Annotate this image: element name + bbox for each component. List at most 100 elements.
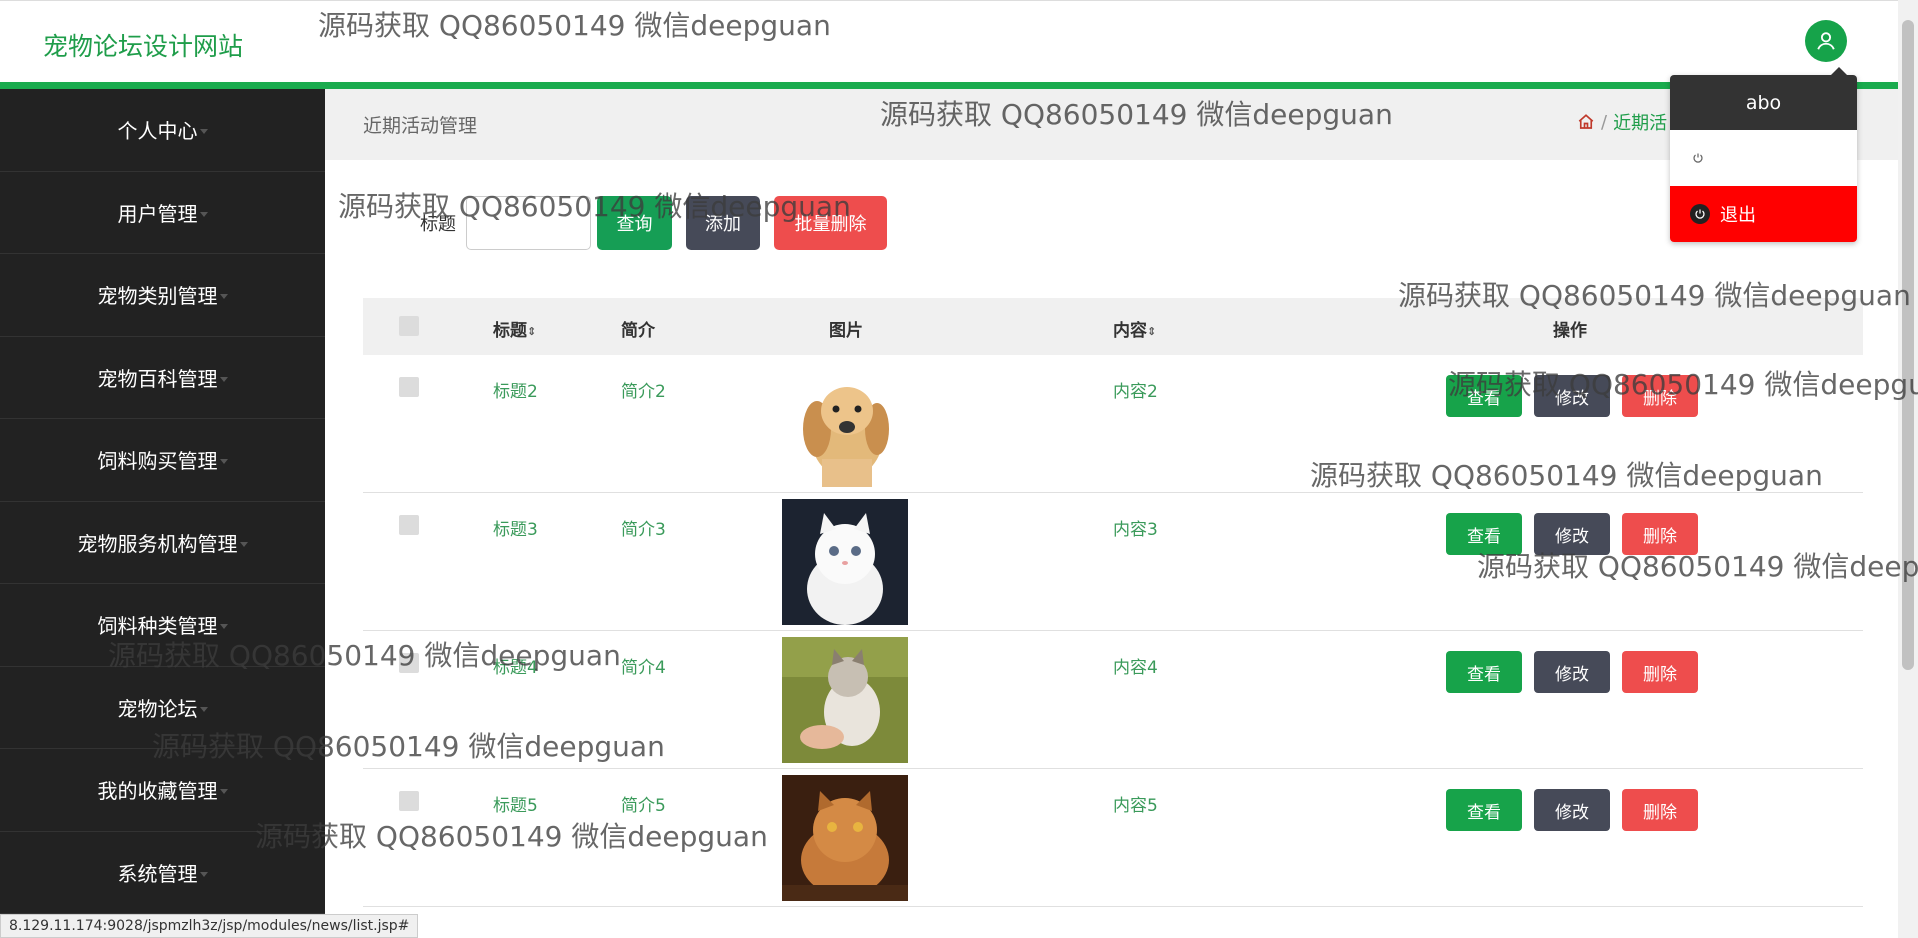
view-button[interactable]: 查看 <box>1446 651 1522 693</box>
status-bar-url: 8.129.11.174:9028/jspmzlh3z/jsp/modules/… <box>0 914 419 938</box>
row-intro[interactable]: 简介2 <box>621 377 666 402</box>
row-title[interactable]: 标题4 <box>493 653 538 678</box>
chevron-down-icon <box>219 294 228 300</box>
chevron-down-icon <box>199 871 208 877</box>
chevron-down-icon <box>199 706 208 712</box>
row-title[interactable]: 标题3 <box>493 515 538 540</box>
kitten-image <box>782 637 908 763</box>
row-checkbox[interactable] <box>399 377 419 397</box>
breadcrumb: / 近期活 <box>1577 109 1667 135</box>
sidebar-item-system[interactable]: 系统管理 <box>0 832 325 914</box>
sidebar-item-feed-type[interactable]: 饲料种类管理 <box>0 584 325 667</box>
brand-title[interactable]: 宠物论坛设计网站 <box>43 27 243 63</box>
table-row: 标题5 简介5 内容5 查看 修改 删除 <box>363 769 1863 907</box>
row-content[interactable]: 内容2 <box>1113 377 1158 402</box>
sidebar-item-forum[interactable]: 宠物论坛 <box>0 667 325 749</box>
row-actions: 查看 修改 删除 <box>1446 651 1710 693</box>
sidebar-item-feed-purchase[interactable]: 饲料购买管理 <box>0 419 325 502</box>
row-intro[interactable]: 简介3 <box>621 515 666 540</box>
sidebar-item-label: 饲料购买管理 <box>97 449 218 474</box>
column-header-image: 图片 <box>829 321 863 341</box>
dropdown-item-blank[interactable] <box>1670 130 1857 186</box>
sidebar-item-pet-category[interactable]: 宠物类别管理 <box>0 254 325 337</box>
row-intro[interactable]: 简介5 <box>621 791 666 816</box>
logout-label: 退出 <box>1720 205 1756 226</box>
chevron-down-icon <box>219 376 228 382</box>
search-input[interactable] <box>466 196 591 250</box>
sidebar-item-label: 个人中心 <box>117 119 198 144</box>
chevron-down-icon <box>219 789 228 795</box>
view-button[interactable]: 查看 <box>1446 375 1522 417</box>
power-icon <box>1693 153 1703 163</box>
sidebar-item-users[interactable]: 用户管理 <box>0 172 325 254</box>
sidebar-item-label: 宠物服务机构管理 <box>77 531 238 556</box>
select-all-checkbox[interactable] <box>399 316 419 336</box>
sidebar-item-label: 系统管理 <box>117 861 198 886</box>
delete-button[interactable]: 删除 <box>1622 789 1698 831</box>
row-checkbox[interactable] <box>399 653 419 673</box>
row-actions: 查看 修改 删除 <box>1446 375 1710 417</box>
header-divider <box>0 82 1898 89</box>
row-content[interactable]: 内容5 <box>1113 791 1158 816</box>
edit-button[interactable]: 修改 <box>1534 789 1610 831</box>
query-button[interactable]: 查询 <box>597 196 672 250</box>
column-header-title[interactable]: 标题⇕ <box>493 316 536 341</box>
sidebar-item-pet-service[interactable]: 宠物服务机构管理 <box>0 502 325 584</box>
sidebar-item-pet-wiki[interactable]: 宠物百科管理 <box>0 337 325 419</box>
edit-button[interactable]: 修改 <box>1534 375 1610 417</box>
table-header: 标题⇕ 简介 图片 内容⇕ 操作 <box>363 298 1863 355</box>
sidebar-item-label: 饲料种类管理 <box>97 614 218 639</box>
chevron-down-icon <box>219 624 228 630</box>
row-title[interactable]: 标题2 <box>493 377 538 402</box>
view-button[interactable]: 查看 <box>1446 513 1522 555</box>
column-header-content[interactable]: 内容⇕ <box>1113 316 1156 341</box>
sidebar-item-label: 宠物论坛 <box>117 696 198 721</box>
breadcrumb-link[interactable]: 近期活 <box>1613 109 1667 135</box>
white-cat-image <box>782 499 908 625</box>
row-checkbox[interactable] <box>399 791 419 811</box>
row-content[interactable]: 内容4 <box>1113 653 1158 678</box>
scrollbar-thumb[interactable] <box>1902 20 1914 670</box>
header-label: 内容 <box>1113 321 1147 341</box>
edit-button[interactable]: 修改 <box>1534 651 1610 693</box>
row-intro[interactable]: 简介4 <box>621 653 666 678</box>
row-title[interactable]: 标题5 <box>493 791 538 816</box>
sidebar-item-label: 用户管理 <box>117 201 198 226</box>
scrollbar[interactable] <box>1898 0 1918 938</box>
search-label: 标题 <box>420 214 456 235</box>
power-icon <box>1690 204 1710 224</box>
data-table: 标题⇕ 简介 图片 内容⇕ 操作 标题2 简介2 内容2 查看 修改 删除 标题… <box>363 298 1863 907</box>
breadcrumb-bar: 近期活动管理 / 近期活 <box>325 89 1898 160</box>
user-icon <box>1817 32 1835 50</box>
table-row: 标题4 简介4 内容4 查看 修改 删除 <box>363 631 1863 769</box>
home-icon[interactable] <box>1577 113 1595 131</box>
top-header: 宠物论坛设计网站 <box>0 0 1898 82</box>
view-button[interactable]: 查看 <box>1446 789 1522 831</box>
sidebar-item-favorites[interactable]: 我的收藏管理 <box>0 749 325 832</box>
sort-icon[interactable]: ⇕ <box>527 325 536 338</box>
sort-icon[interactable]: ⇕ <box>1147 325 1156 338</box>
batch-delete-button[interactable]: 批量删除 <box>774 196 887 250</box>
table-row: 标题2 简介2 内容2 查看 修改 删除 <box>363 355 1863 493</box>
edit-button[interactable]: 修改 <box>1534 513 1610 555</box>
username-label: abo <box>1670 75 1857 130</box>
logout-button[interactable]: 退出 <box>1670 186 1857 242</box>
sidebar-item-label: 我的收藏管理 <box>97 779 218 804</box>
sidebar: 个人中心 用户管理 宠物类别管理 宠物百科管理 饲料购买管理 宠物服务机构管理 … <box>0 89 325 938</box>
chevron-down-icon <box>199 129 208 135</box>
search-toolbar: 标题 查询 添加 批量删除 <box>420 196 901 250</box>
row-checkbox[interactable] <box>399 515 419 535</box>
user-dropdown: abo 退出 <box>1670 67 1857 242</box>
delete-button[interactable]: 删除 <box>1622 651 1698 693</box>
row-actions: 查看 修改 删除 <box>1446 789 1710 831</box>
add-button[interactable]: 添加 <box>686 196 760 250</box>
chevron-down-icon <box>239 541 248 547</box>
delete-button[interactable]: 删除 <box>1622 375 1698 417</box>
user-avatar-button[interactable] <box>1805 20 1847 62</box>
sidebar-item-label: 宠物百科管理 <box>97 366 218 391</box>
sidebar-item-label: 宠物类别管理 <box>97 284 218 309</box>
persian-cat-image <box>782 775 908 901</box>
delete-button[interactable]: 删除 <box>1622 513 1698 555</box>
sidebar-item-personal-center[interactable]: 个人中心 <box>0 89 325 172</box>
row-content[interactable]: 内容3 <box>1113 515 1158 540</box>
